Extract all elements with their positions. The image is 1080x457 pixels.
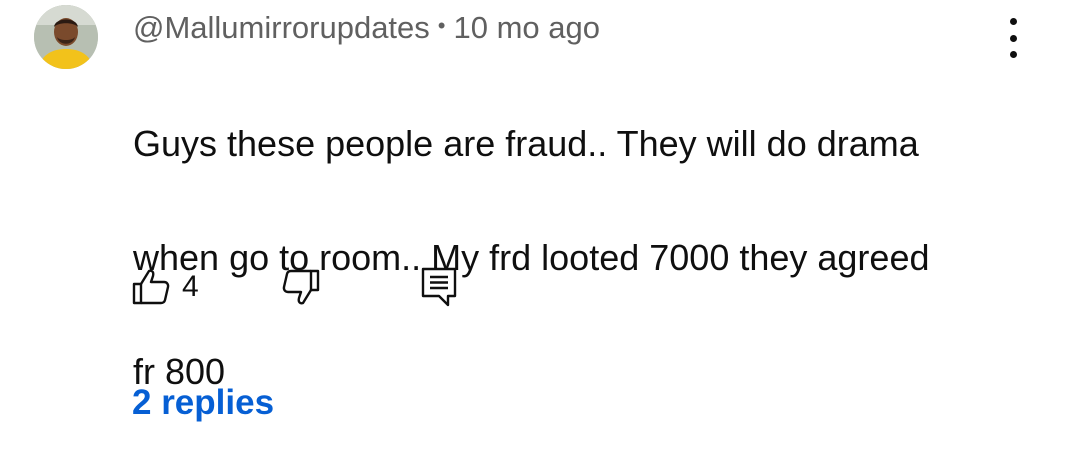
like-count: 4 xyxy=(182,270,199,303)
comment-text-line: Guys these people are fraud.. They will … xyxy=(133,123,919,164)
like-button[interactable]: 4 xyxy=(130,266,280,308)
author-handle[interactable]: @Mallumirrorupdates xyxy=(133,10,430,46)
comment-card: @Mallumirrorupdates • 10 mo ago Guys the… xyxy=(0,0,1080,453)
kebab-dot xyxy=(1009,51,1017,58)
meta-separator: • xyxy=(437,13,446,38)
more-vertical-icon[interactable] xyxy=(998,18,1028,58)
thumbs-down-icon xyxy=(282,269,320,305)
comment-actions: 4 xyxy=(130,262,460,312)
kebab-dot xyxy=(1009,18,1017,25)
comment-meta: @Mallumirrorupdates • 10 mo ago xyxy=(133,8,600,48)
avatar-image xyxy=(34,5,98,69)
reply-button[interactable] xyxy=(418,265,460,309)
kebab-dot xyxy=(1009,34,1017,42)
reply-comment-icon xyxy=(421,267,457,307)
avatar[interactable] xyxy=(34,5,98,69)
comment-timestamp: 10 mo ago xyxy=(453,10,601,45)
replies-link[interactable]: 2 replies xyxy=(132,383,274,423)
dislike-button[interactable] xyxy=(280,266,418,308)
thumbs-up-icon xyxy=(132,269,170,305)
